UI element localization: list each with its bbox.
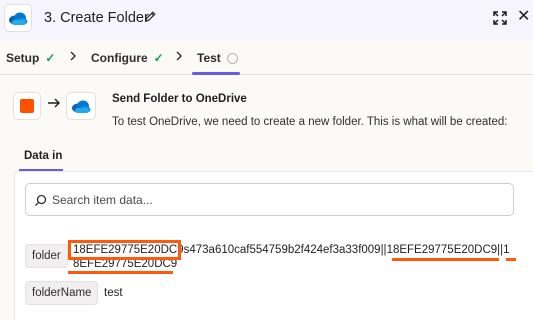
field-key-folder: folder — [25, 244, 68, 268]
onedrive-cloud-icon — [72, 100, 91, 113]
value-part: s473a610caf554759b2f424ef3a33f009|| — [183, 244, 387, 256]
arrow-right-icon — [48, 98, 60, 108]
onedrive-cloud-icon — [9, 12, 28, 25]
highlight-underline — [68, 271, 173, 274]
expand-icon[interactable] — [492, 10, 508, 26]
tab-test-label: Test — [197, 51, 221, 65]
onedrive-app-icon — [4, 4, 32, 32]
highlight-underline — [392, 258, 499, 261]
field-value-foldername: test — [104, 287, 123, 299]
edit-pencil-icon[interactable] — [144, 10, 157, 23]
field-key-foldername: folderName — [25, 281, 99, 305]
flow-description: To test OneDrive, we need to create a ne… — [112, 116, 508, 128]
tab-configure[interactable]: Configure ✓ — [91, 51, 164, 65]
tab-setup-label: Setup — [6, 51, 40, 65]
check-icon: ✓ — [45, 51, 56, 65]
tab-configure-label: Configure — [91, 51, 148, 65]
value-part: 18EFE29775E20DC9 — [386, 244, 498, 256]
flow-title: Send Folder to OneDrive — [112, 93, 247, 105]
onedrive-action-icon — [66, 92, 96, 120]
tab-setup[interactable]: Setup ✓ — [6, 51, 55, 65]
highlight-box — [68, 240, 181, 260]
chevron-right-icon — [70, 51, 76, 61]
header-bar: 3. Create Folder ✕ — [0, 0, 533, 40]
pending-circle-icon — [226, 52, 238, 64]
close-button[interactable]: ✕ — [517, 9, 530, 25]
zapier-trigger-icon — [13, 92, 41, 120]
step-tabs: Setup ✓ Configure ✓ Test — [0, 40, 533, 75]
highlight-underline — [506, 258, 516, 261]
value-part: ||1 — [497, 244, 510, 256]
active-tab-indicator — [192, 72, 240, 75]
chevron-right-icon — [176, 51, 182, 61]
search-input[interactable] — [52, 190, 492, 210]
page-title: 3. Create Folder — [44, 10, 149, 26]
tab-data-in[interactable]: Data in — [24, 150, 62, 162]
tab-test[interactable]: Test — [197, 51, 238, 65]
check-icon: ✓ — [153, 51, 164, 65]
search-icon — [35, 194, 47, 206]
